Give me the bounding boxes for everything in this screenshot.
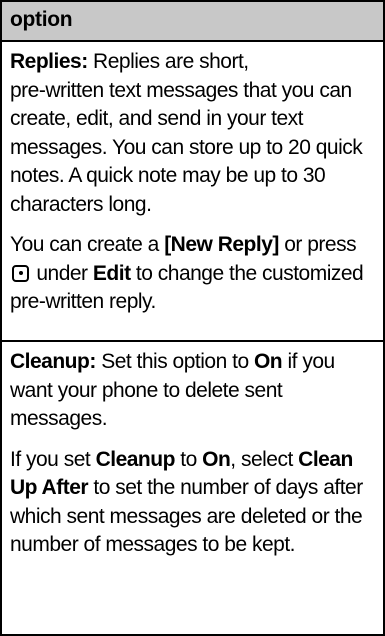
replies-description: Replies: Replies are short, pre-written …: [10, 50, 363, 216]
center-select-key-icon: [12, 264, 29, 282]
cleanup-description: Cleanup: Set this option to On if you wa…: [10, 350, 335, 430]
table-row-replies: Replies: Replies are short, pre-written …: [2, 42, 383, 342]
table-row-cleanup: Cleanup: Set this option to On if you wa…: [2, 342, 383, 634]
replies-term: Replies:: [10, 50, 88, 73]
cleanup-after-instructions: If you set Cleanup to On, select Clean U…: [10, 447, 363, 557]
edit-softkey-label: Edit: [92, 261, 131, 285]
table-header: option: [2, 2, 383, 42]
new-reply-option: [New Reply]: [164, 233, 279, 256]
replies-new-reply-instructions: You can create a [New Reply] or press un…: [10, 233, 364, 313]
cleanup-term: Cleanup:: [10, 350, 96, 373]
option-table: option Replies: Replies are short, pre-w…: [0, 0, 385, 636]
header-label: option: [10, 8, 73, 31]
